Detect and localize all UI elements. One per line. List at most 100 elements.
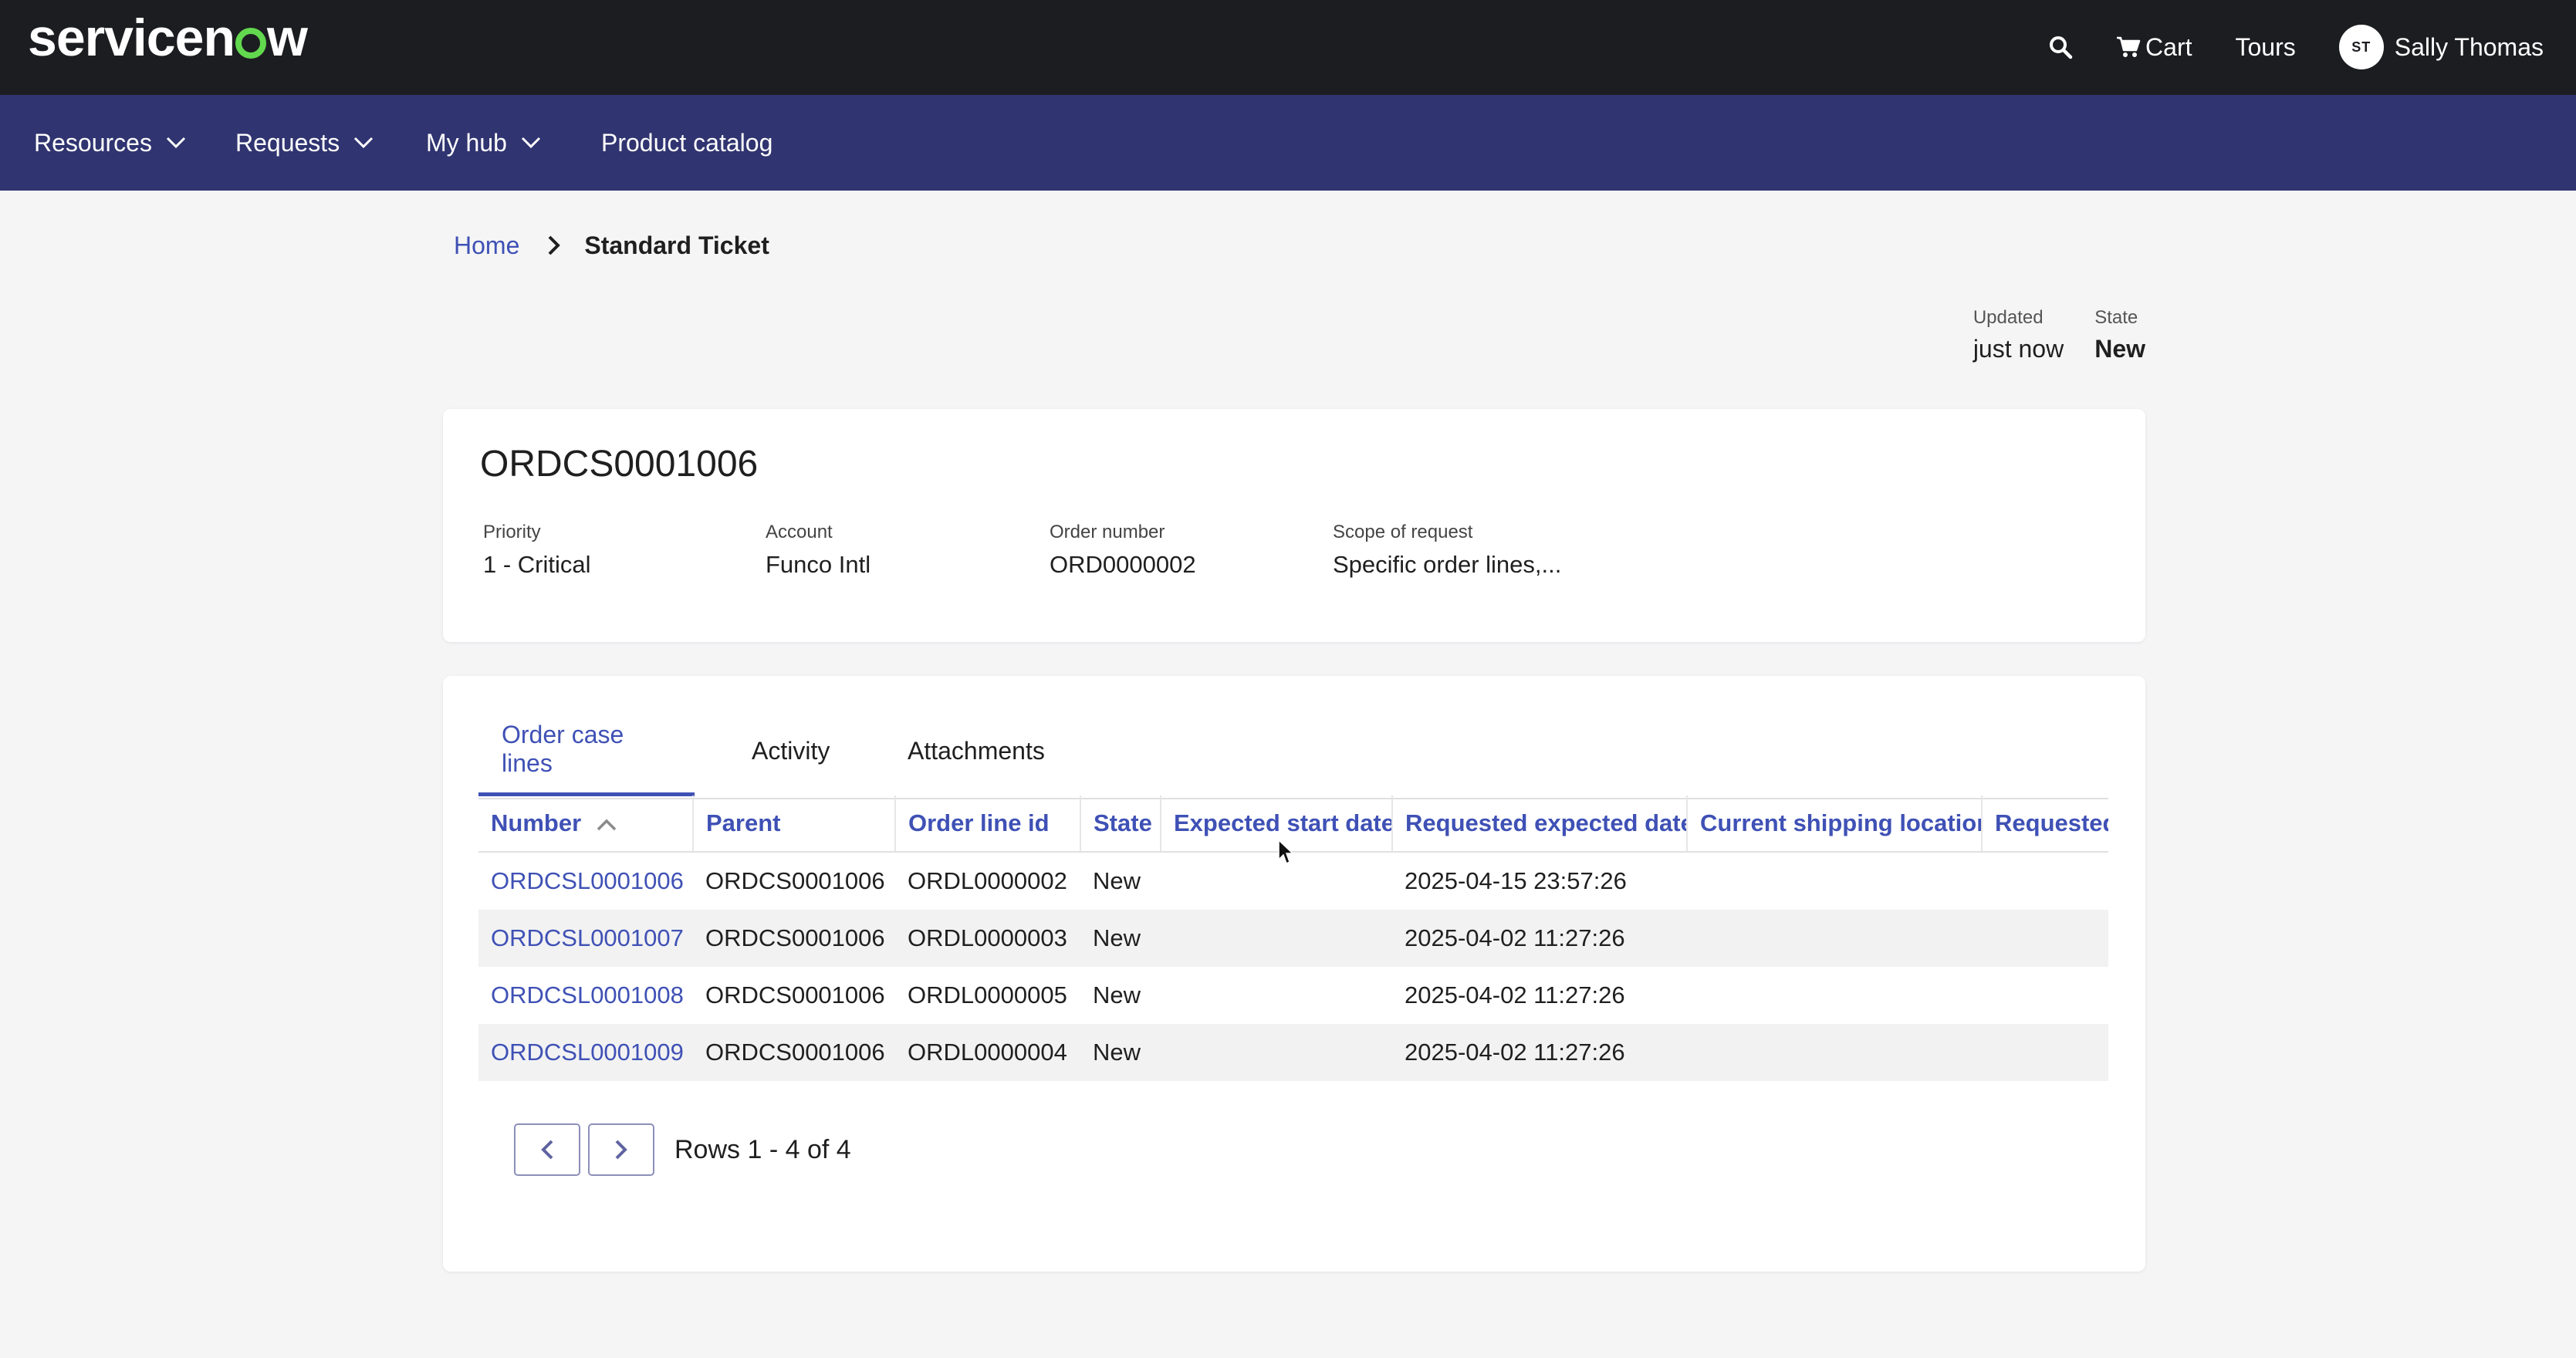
previous-page-button[interactable] <box>514 1123 580 1176</box>
case-line-number-link[interactable]: ORDCSL0001006 <box>478 852 693 910</box>
state-value: New <box>2094 335 2145 363</box>
main-nav: Resources Requests My hub Product catalo… <box>0 95 2576 191</box>
field-priority: Priority 1 - Critical <box>483 522 591 579</box>
column-label: Number <box>491 809 582 836</box>
table-cell: ORDCS0001006 <box>693 910 895 967</box>
chevron-down-icon <box>354 137 374 149</box>
table-cell <box>1982 852 2108 910</box>
pagination: Rows 1 - 4 of 4 <box>514 1122 851 1177</box>
chevron-left-icon <box>541 1140 553 1160</box>
field-value: Specific order lines,... <box>1333 551 1562 578</box>
case-line-number-link[interactable]: ORDCSL0001009 <box>478 1024 693 1081</box>
state-label: State <box>2094 307 2138 328</box>
next-page-button[interactable] <box>588 1123 654 1176</box>
field-label: Account <box>766 522 833 542</box>
field-label: Scope of request <box>1333 522 1473 542</box>
nav-item-product-catalog[interactable]: Product catalog <box>601 95 772 191</box>
tab-attachments[interactable]: Attachments <box>884 705 1068 796</box>
nav-item-label: My hub <box>426 128 507 157</box>
table-cell: ORDCS0001006 <box>705 867 885 894</box>
nav-item-requests[interactable]: Requests <box>235 95 374 191</box>
updated-label: Updated <box>1973 307 2044 328</box>
breadcrumb-current: Standard Ticket <box>584 231 769 259</box>
table-cell <box>1982 1024 2108 1081</box>
order-case-lines-table: Number Parent Order line id State Expect… <box>478 796 2108 1081</box>
table-cell <box>1687 910 1982 967</box>
table-cell <box>1687 1024 1982 1081</box>
field-value: Funco Intl <box>766 551 871 578</box>
table-cell <box>1161 967 1392 1024</box>
column-header-requested-expected-date[interactable]: Requested expected date <box>1392 796 1688 853</box>
tours-link[interactable]: Tours <box>2235 33 2295 62</box>
table-cell: 2025-04-02 11:27:26 <box>1392 1024 1687 1081</box>
column-header-expected-start-date[interactable]: Expected start date <box>1161 796 1393 853</box>
table-row: ORDCSL0001008 ORDCS0001006 ORDL0000005 N… <box>478 967 2108 1024</box>
table-cell: New <box>1093 981 1141 1008</box>
case-line-number-link[interactable]: ORDCSL0001008 <box>478 967 693 1024</box>
record-meta: Updated just now State New <box>1973 307 2145 363</box>
servicenow-logo[interactable]: servicen w <box>28 11 308 65</box>
breadcrumb-home[interactable]: Home <box>454 231 519 260</box>
table-cell: New <box>1080 910 1161 967</box>
user-menu[interactable]: ST Sally Thomas <box>2338 25 2544 69</box>
column-header-requested[interactable]: Requested <box>1982 796 2108 853</box>
cart-button[interactable]: Cart <box>2116 33 2192 62</box>
tab-activity[interactable]: Activity <box>729 705 853 796</box>
nav-item-label: Product catalog <box>601 128 773 157</box>
sort-ascending-icon <box>597 819 617 831</box>
page-title: ORDCS0001006 <box>480 444 759 485</box>
table-cell <box>1982 967 2108 1024</box>
case-summary-card: ORDCS0001006 Priority 1 - Critical Accou… <box>443 409 2145 642</box>
field-scope-of-request: Scope of request Specific order lines,..… <box>1333 522 1561 579</box>
table-row: ORDCSL0001009 ORDCS0001006 ORDL0000004 N… <box>478 1024 2108 1081</box>
column-header-state[interactable]: State <box>1080 796 1161 853</box>
table-cell <box>1161 910 1392 967</box>
field-order-number: Order number ORD0000002 <box>1050 522 1196 579</box>
table-cell <box>1687 852 1982 910</box>
search-button[interactable] <box>2048 35 2073 59</box>
table-cell <box>1161 852 1392 910</box>
table-cell: New <box>1080 1024 1161 1081</box>
nav-item-label: Resources <box>34 128 152 157</box>
column-header-current-shipping-location[interactable]: Current shipping location <box>1687 796 1983 853</box>
case-line-number-link[interactable]: ORDCSL0001007 <box>478 910 693 967</box>
table-cell: ORDL0000004 <box>895 1024 1080 1081</box>
column-header-parent[interactable]: Parent <box>693 796 896 853</box>
nav-item-label: Requests <box>235 128 340 157</box>
chevron-down-icon <box>521 137 540 149</box>
tours-label: Tours <box>2235 32 2296 61</box>
breadcrumb: Home Standard Ticket <box>454 228 769 262</box>
meta-state: State New <box>2094 307 2145 363</box>
chevron-right-icon <box>548 235 561 255</box>
tab-bar: Order case lines Activity Attachments <box>478 705 2108 799</box>
field-account: Account Funco Intl <box>766 522 870 579</box>
column-header-number[interactable]: Number <box>478 796 694 853</box>
field-label: Priority <box>483 522 541 542</box>
logo-ring-icon <box>235 28 266 59</box>
updated-value: just now <box>1973 335 2064 363</box>
table-cell <box>1687 967 1982 1024</box>
mouse-cursor-icon <box>1278 839 1294 865</box>
user-name: Sally Thomas <box>2394 32 2544 61</box>
table-cell: ORDL0000005 <box>908 981 1067 1008</box>
nav-item-resources[interactable]: Resources <box>34 95 186 191</box>
table-cell: 2025-04-02 11:27:26 <box>1392 910 1687 967</box>
table-row: ORDCSL0001007 ORDCS0001006 ORDL0000003 N… <box>478 910 2108 967</box>
field-value: 1 - Critical <box>483 551 591 578</box>
top-header: servicen w Cart Tours ST Sally Thomas <box>0 0 2576 95</box>
chevron-right-icon <box>615 1140 627 1160</box>
case-lines-card: Order case lines Activity Attachments Nu… <box>443 676 2145 1272</box>
rows-count-label: Rows 1 - 4 of 4 <box>674 1134 851 1164</box>
table-cell <box>1982 910 2108 967</box>
field-value: ORD0000002 <box>1050 551 1196 578</box>
avatar: ST <box>2338 25 2384 69</box>
meta-updated: Updated just now <box>1973 307 2064 363</box>
table-cell: 2025-04-15 23:57:26 <box>1405 867 1627 894</box>
cart-label: Cart <box>2145 32 2192 61</box>
column-header-order-line-id[interactable]: Order line id <box>895 796 1081 853</box>
nav-item-my-hub[interactable]: My hub <box>426 95 541 191</box>
cart-icon <box>2117 36 2141 57</box>
tab-order-case-lines[interactable]: Order case lines <box>478 705 695 796</box>
table-cell: ORDL0000002 <box>908 867 1067 894</box>
field-label: Order number <box>1050 522 1165 542</box>
